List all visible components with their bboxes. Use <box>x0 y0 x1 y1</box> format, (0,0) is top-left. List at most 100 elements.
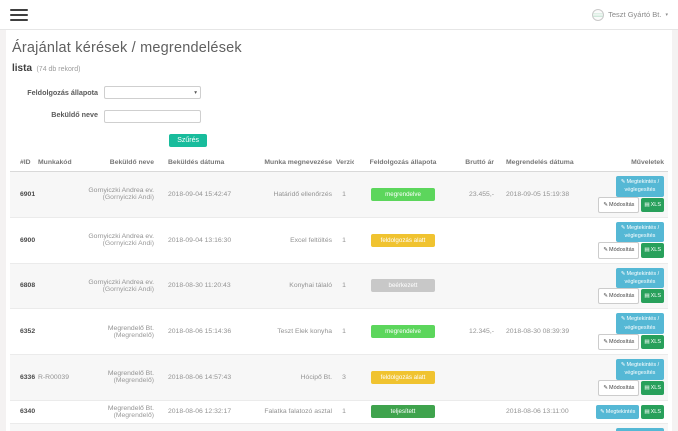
orders-table: #IDMunkakódBeküldő neveBeküldés dátumaMu… <box>10 155 668 431</box>
cell-sender: Gornyiczki Andrea ev.(Gornyiczki Andi) <box>84 172 156 218</box>
record-count: (74 db rekord) <box>36 66 80 73</box>
cell-actions: ✎Megtekintés / véglegesítés✎Módosítás▤XL… <box>580 263 668 309</box>
page-title: Árajánlat kérések / megrendelések <box>10 30 668 58</box>
view-finalize-button[interactable]: ✎Megtekintés / véglegesítés <box>616 359 664 380</box>
pencil-icon: ✎ <box>603 247 608 253</box>
table-row: 6900Gornyiczki Andrea ev.(Gornyiczki And… <box>10 217 668 263</box>
cell-sender: Megrendelő Bt.(Megrendelő) <box>84 355 156 401</box>
cell-order-date <box>496 424 580 431</box>
file-icon: ▤ <box>644 247 649 253</box>
cell-actions: ✎Megtekintés / véglegesítés✎Módosítás▤XL… <box>580 424 668 431</box>
xls-button[interactable]: ▤XLS <box>641 243 664 257</box>
button-label: XLS <box>651 247 661 253</box>
cell-job-name: Konyhai tálaló <box>242 263 334 309</box>
modify-button[interactable]: ✎Módosítás <box>598 334 639 350</box>
column-header-1: #ID <box>10 155 36 172</box>
cell-workcode <box>36 309 84 355</box>
cell-version: 3 <box>334 355 354 401</box>
cell-id: 6808 <box>10 263 36 309</box>
xls-button[interactable]: ▤XLS <box>641 289 664 303</box>
button-label: XLS <box>651 409 661 415</box>
modify-button[interactable]: ✎Módosítás <box>598 197 639 213</box>
cell-version: 1 <box>334 309 354 355</box>
button-label: XLS <box>651 202 661 208</box>
cell-job-name: Teszt Elek konyha <box>242 309 334 355</box>
button-label: Módosítás <box>609 202 634 208</box>
cell-actions: ✎Megtekintés▤XLS <box>580 400 668 423</box>
view-finalize-button[interactable]: ✎Megtekintés / véglegesítés <box>616 222 664 243</box>
cell-gross-price <box>452 424 496 431</box>
view-finalize-button[interactable]: ✎Megtekintés / véglegesítés <box>616 313 664 334</box>
file-icon: ▤ <box>644 409 649 415</box>
table-row: 6336R-R00039Megrendelő Bt.(Megrendelő)20… <box>10 355 668 401</box>
cell-order-date <box>496 217 580 263</box>
view-finalize-button[interactable]: ✎Megtekintés / véglegesítés <box>616 268 664 289</box>
pencil-icon: ✎ <box>603 339 608 345</box>
status-badge: feldolgozás alatt <box>371 371 435 384</box>
button-label: XLS <box>651 385 661 391</box>
button-label: XLS <box>651 293 661 299</box>
cell-id: 6335 <box>10 424 36 431</box>
column-header-5: Munka megnevezése <box>242 155 334 172</box>
column-header-10: Műveletek <box>580 155 668 172</box>
cell-id: 6336 <box>10 355 36 401</box>
cell-submitted-date: 2018-08-06 15:14:36 <box>156 309 242 355</box>
cell-status: megrendelve <box>354 172 452 218</box>
pencil-icon: ✎ <box>621 225 626 231</box>
button-label: Megtekintés / véglegesítés <box>625 362 660 376</box>
button-label: Megtekintés / véglegesítés <box>625 179 660 193</box>
filter-submit-button[interactable]: Szűrés <box>169 134 207 147</box>
button-label: Megtekintés <box>606 409 636 415</box>
cell-version: 1 <box>334 217 354 263</box>
cell-sender: Gornyiczki Andrea ev.(Gornyiczki Andi) <box>84 263 156 309</box>
cell-actions: ✎Megtekintés / véglegesítés✎Módosítás▤XL… <box>580 355 668 401</box>
cell-status: beérkezett <box>354 263 452 309</box>
cell-actions: ✎Megtekintés / véglegesítés✎Módosítás▤XL… <box>580 172 668 218</box>
sender-filter-input[interactable] <box>104 110 201 123</box>
button-label: Megtekintés / véglegesítés <box>625 271 660 285</box>
table-row: 6335Megrendelő Bt.(Megrendelő)2018-08-06… <box>10 424 668 431</box>
list-label: lista <box>12 63 32 74</box>
content-panel: Árajánlat kérések / megrendelések lista … <box>6 30 672 431</box>
view-finalize-button[interactable]: ✎Megtekintés / véglegesítés <box>616 176 664 197</box>
pencil-icon: ✎ <box>621 271 626 277</box>
table-row: 6901 Gornyiczki Andrea ev.(Gornyiczki And… <box>10 172 668 218</box>
xls-button[interactable]: ▤XLS <box>641 381 664 395</box>
cell-status: feldolgozás alatt <box>354 424 452 431</box>
modify-button[interactable]: ✎Módosítás <box>598 380 639 396</box>
cell-job-name: Excel feltöltés <box>242 217 334 263</box>
pencil-icon: ✎ <box>621 179 626 185</box>
view-button[interactable]: ✎Megtekintés <box>596 405 639 419</box>
menu-hamburger-icon[interactable] <box>10 6 28 24</box>
column-header-4: Beküldés dátuma <box>156 155 242 172</box>
cell-version: 1 <box>334 172 354 218</box>
list-subtitle: lista (74 db rekord) <box>10 58 668 82</box>
modify-button[interactable]: ✎Módosítás <box>598 288 639 304</box>
cell-job-name: Határidő ellenőrzés <box>242 172 334 218</box>
cell-submitted-date: 2018-08-06 14:57:43 <box>156 355 242 401</box>
file-icon: ▤ <box>644 293 649 299</box>
status-badge: megrendelve <box>371 325 435 338</box>
cell-id: 6352 <box>10 309 36 355</box>
cell-gross-price: 12.345,- <box>452 309 496 355</box>
status-filter-select[interactable]: ▾ <box>104 86 201 99</box>
cell-workcode <box>36 424 84 431</box>
cell-status: megrendelve <box>354 309 452 355</box>
xls-button[interactable]: ▤XLS <box>641 198 664 212</box>
cell-submitted-date: 2018-08-06 12:32:17 <box>156 400 242 423</box>
xls-button[interactable]: ▤XLS <box>641 335 664 349</box>
button-label: Módosítás <box>609 247 634 253</box>
modify-button[interactable]: ✎Módosítás <box>598 242 639 258</box>
file-icon: ▤ <box>644 339 649 345</box>
button-label: Módosítás <box>609 385 634 391</box>
cell-sender: Gornyiczki Andrea ev.(Gornyiczki Andi) <box>84 217 156 263</box>
xls-button[interactable]: ▤XLS <box>641 405 664 419</box>
column-header-3: Beküldő neve <box>84 155 156 172</box>
user-menu[interactable]: Teszt Gyártó Bt. ▾ <box>592 9 668 21</box>
cell-status: teljesített <box>354 400 452 423</box>
column-header-2: Munkakód <box>36 155 84 172</box>
cell-sender: Megrendelő Bt.(Megrendelő) <box>84 309 156 355</box>
cell-id: 6901 <box>10 172 36 218</box>
cell-workcode <box>36 217 84 263</box>
cell-job-name: Falatka falatozó asztal <box>242 400 334 423</box>
